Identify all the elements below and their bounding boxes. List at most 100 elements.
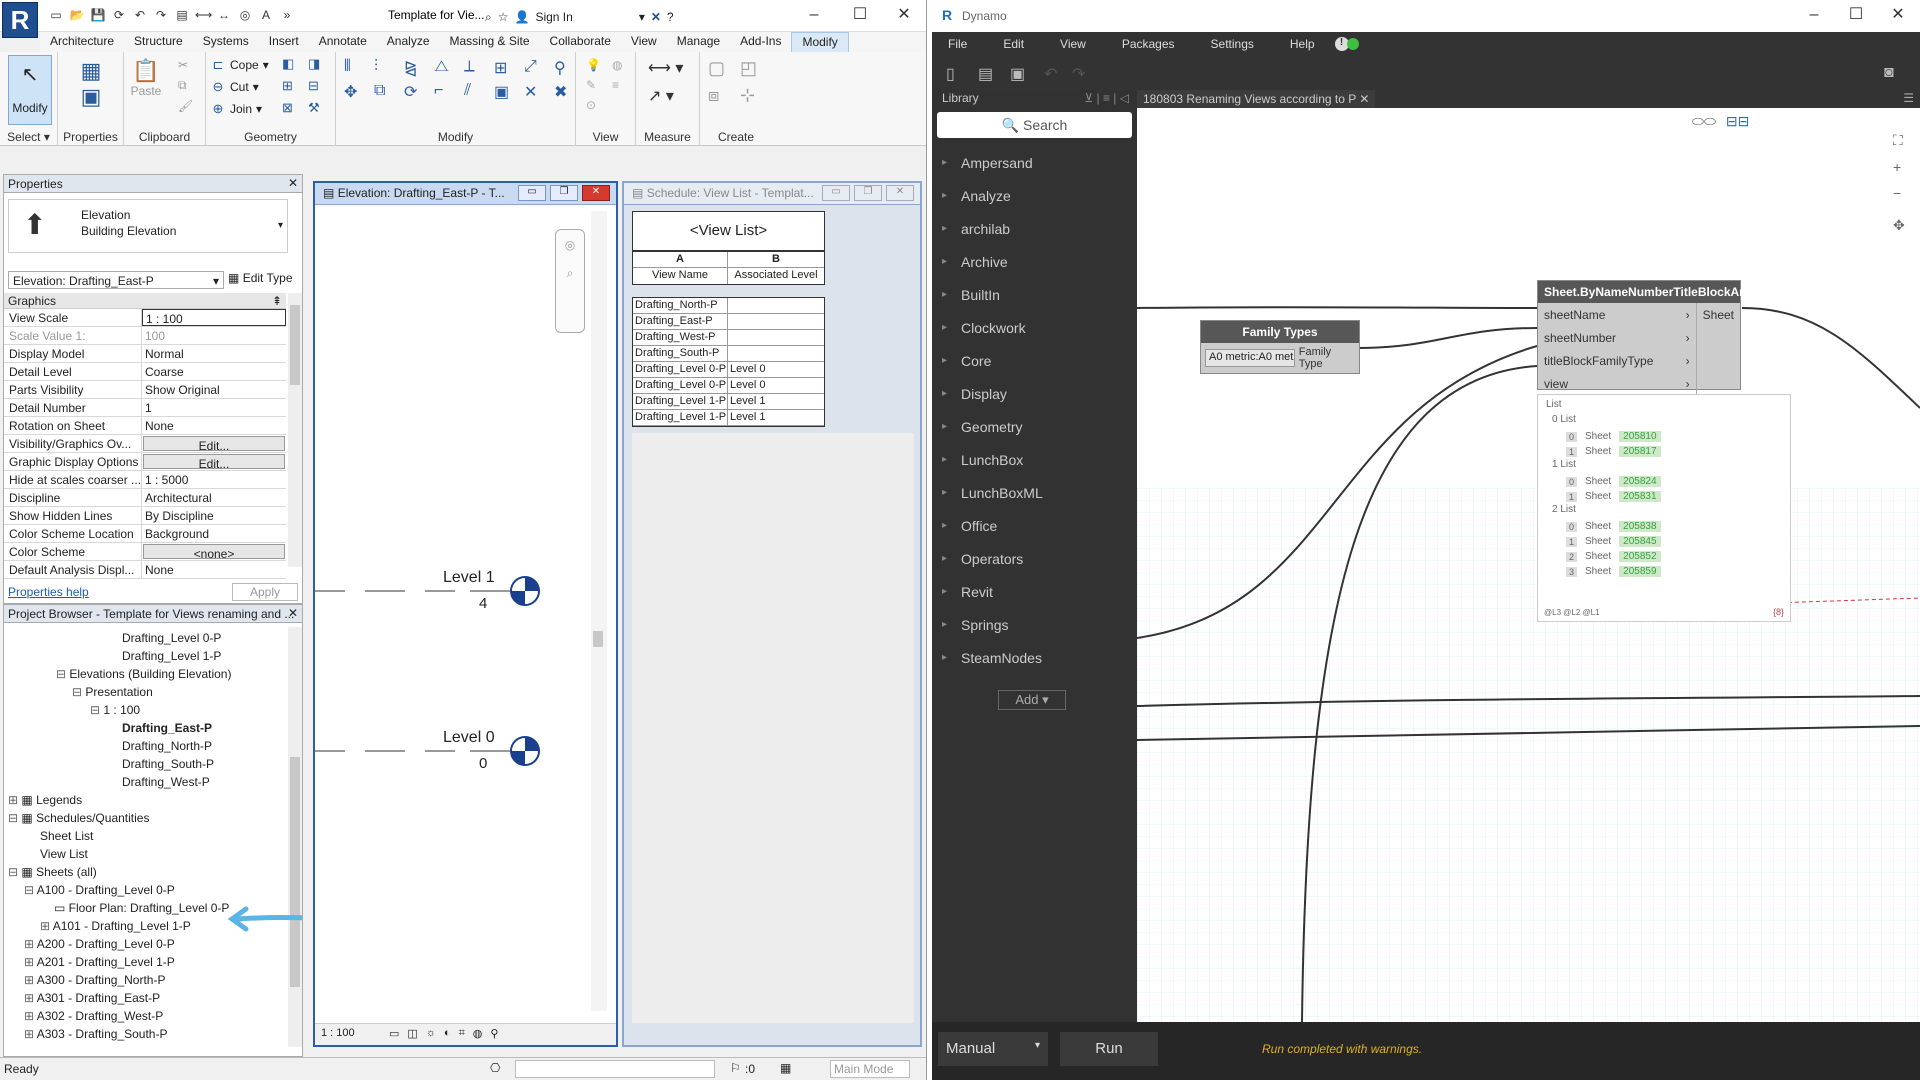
schedule-row[interactable]: Drafting_Level 1-P Level 1 bbox=[633, 394, 824, 410]
library-category[interactable]: ▸ Ampersand bbox=[932, 146, 1137, 179]
tab-insert[interactable]: Insert bbox=[259, 32, 309, 52]
view-name-cell[interactable]: Drafting_East-P bbox=[633, 314, 728, 329]
collapse-icon[interactable]: ⊟ bbox=[24, 883, 37, 897]
expand-icon[interactable]: ⊞ bbox=[8, 793, 21, 807]
menu-edit[interactable]: Edit bbox=[987, 37, 1044, 51]
property-value[interactable]: None bbox=[142, 417, 286, 434]
browser-scrollbar[interactable] bbox=[288, 627, 302, 1047]
associated-level-cell[interactable]: Level 1 bbox=[728, 410, 824, 425]
instance-filter-dropdown[interactable]: Elevation: Drafting_East-P ▾ bbox=[8, 271, 224, 289]
library-category[interactable]: ▸ Revit bbox=[932, 575, 1137, 608]
cut-geometry-button[interactable]: ⊖ Cut ▾ bbox=[210, 78, 259, 96]
associated-level-cell[interactable] bbox=[728, 346, 824, 361]
run-mode-dropdown[interactable]: Manual ▾ bbox=[938, 1032, 1048, 1066]
schedule-row[interactable]: Drafting_Level 0-P Level 0 bbox=[633, 378, 824, 394]
library-category[interactable]: ▸ Clockwork bbox=[932, 311, 1137, 344]
library-category[interactable]: ▸ BuiltIn bbox=[932, 278, 1137, 311]
create-similar-icon[interactable]: ⊹ bbox=[740, 85, 766, 106]
browser-item[interactable]: ⊟ Presentation bbox=[4, 683, 286, 701]
associated-level-cell[interactable]: Level 1 bbox=[728, 394, 824, 409]
tab-collaborate[interactable]: Collaborate bbox=[540, 32, 621, 52]
save-icon[interactable]: 💾 bbox=[90, 7, 106, 23]
tab-view[interactable]: View bbox=[621, 32, 667, 52]
browser-item[interactable]: Sheet List bbox=[4, 827, 286, 845]
camera-icon[interactable]: ◙ bbox=[1884, 64, 1894, 82]
property-value[interactable]: 1 : 100 bbox=[142, 309, 286, 326]
browser-item[interactable]: Drafting_East-P bbox=[4, 719, 286, 737]
close-icon[interactable]: ✕ bbox=[288, 606, 298, 620]
reveal-icon[interactable]: ⚲ bbox=[490, 1027, 498, 1042]
sun-path-icon[interactable]: ☼ bbox=[426, 1027, 436, 1042]
graph-canvas[interactable]: ⬭⬭ ⊟⊟ ⛶ + − ✥ Sheet.ByNameNumberTitleBlockAn… bbox=[1137, 108, 1920, 1022]
schedule-row[interactable]: Drafting_Level 0-P Level 0 bbox=[633, 362, 824, 378]
library-category[interactable]: ▸ LunchBox bbox=[932, 443, 1137, 476]
associated-level-cell[interactable] bbox=[728, 314, 824, 329]
view-name-cell[interactable]: Drafting_South-P bbox=[633, 346, 728, 361]
view-restore-button[interactable]: ❐ bbox=[550, 185, 578, 201]
column-a[interactable]: A bbox=[633, 252, 728, 267]
column-b[interactable]: B bbox=[728, 252, 824, 267]
library-category[interactable]: ▸ LunchBoxML bbox=[932, 476, 1137, 509]
create-group-icon[interactable]: ⧈ bbox=[708, 85, 734, 106]
beam-icon[interactable]: ⊠ bbox=[282, 100, 302, 116]
editable-icon[interactable]: ▦ bbox=[780, 1061, 791, 1075]
property-value[interactable]: 100 bbox=[142, 327, 286, 344]
property-edit-button[interactable]: <none> bbox=[143, 544, 285, 559]
paint-icon[interactable]: ◨ bbox=[308, 56, 328, 72]
hide-icon[interactable]: 💡 bbox=[586, 58, 606, 72]
view-extra-icon[interactable]: ⊙ bbox=[586, 98, 606, 112]
tabs-menu-icon[interactable]: ☰ bbox=[1903, 91, 1914, 105]
cope-button[interactable]: ⊏ Cope ▾ bbox=[210, 56, 269, 74]
measure-icon[interactable]: ⟷ bbox=[195, 7, 212, 23]
browser-item[interactable]: ⊟ ▦ Sheets (all) bbox=[4, 863, 286, 881]
save-file-icon[interactable]: ▣ bbox=[1010, 64, 1025, 84]
zoom-fit-icon[interactable]: ⛶ bbox=[1893, 132, 1905, 149]
properties-button[interactable]: ▦ ▣ bbox=[71, 58, 111, 124]
workset-dropdown[interactable] bbox=[515, 1060, 715, 1078]
filter-icon[interactable]: ⚐ bbox=[730, 1061, 741, 1075]
browser-item[interactable]: ⊞ A303 - Drafting_South-P bbox=[4, 1025, 286, 1043]
minimize-button[interactable]: – bbox=[794, 4, 834, 28]
associated-level-cell[interactable]: Level 0 bbox=[728, 362, 824, 377]
new-file-icon[interactable]: ▯ bbox=[946, 64, 955, 84]
collapse-icon[interactable]: ⊟ bbox=[72, 685, 85, 699]
sync-icon[interactable]: ⟳ bbox=[111, 7, 127, 23]
view-name-cell[interactable]: Drafting_Level 1-P bbox=[633, 394, 728, 409]
tab-massing-site[interactable]: Massing & Site bbox=[440, 32, 540, 52]
binoculars-icon[interactable]: ⌕ bbox=[485, 10, 492, 25]
unpin-icon[interactable]: ✕ bbox=[524, 82, 550, 102]
geometry-view-icon[interactable]: ⬭⬭ bbox=[1692, 113, 1716, 130]
library-category[interactable]: ▸ Display bbox=[932, 377, 1137, 410]
select-dropdown[interactable]: Select ▾ bbox=[0, 130, 57, 144]
collapse-icon[interactable]: ⊟ bbox=[56, 667, 69, 681]
undo-icon[interactable]: ↶ bbox=[1044, 64, 1057, 84]
create-assembly-icon[interactable]: ▢ bbox=[708, 58, 734, 79]
add-library-button[interactable]: Add ▾ bbox=[998, 690, 1066, 710]
text-icon[interactable]: A bbox=[258, 7, 274, 23]
schedule-row[interactable]: Drafting_Level 1-P Level 1 bbox=[633, 410, 824, 426]
family-type-dropdown[interactable]: A0 metric:A0 metric bbox=[1205, 349, 1295, 367]
tab-add-ins[interactable]: Add-Ins bbox=[730, 32, 791, 52]
library-search-input[interactable]: 🔍 Search bbox=[937, 112, 1132, 138]
view-scale-control[interactable]: 1 : 100 bbox=[321, 1027, 381, 1042]
browser-item[interactable]: Drafting_West-P bbox=[4, 773, 286, 791]
zoom-out-icon[interactable]: − bbox=[1893, 185, 1905, 201]
type-selector[interactable]: ⬆ Elevation Building Elevation ▾ bbox=[8, 199, 288, 253]
view-toggle[interactable]: ⬭⬭ ⊟⊟ bbox=[1692, 108, 1782, 134]
expand-icon[interactable]: ⊞ bbox=[24, 1009, 37, 1023]
print-icon[interactable]: ▤ bbox=[174, 7, 190, 23]
zoom-icon[interactable]: ⌕ bbox=[556, 266, 584, 281]
dynamo-close-button[interactable]: ✕ bbox=[1878, 4, 1918, 28]
associated-level-cell[interactable]: Level 0 bbox=[728, 378, 824, 393]
library-view-icons[interactable]: ⊻ | ≡ | ◁ bbox=[1084, 91, 1129, 105]
hammer-icon[interactable]: ⚒ bbox=[308, 100, 328, 116]
detail-level-icon[interactable]: ▭ bbox=[389, 1027, 399, 1042]
open-icon[interactable]: 📂 bbox=[69, 7, 85, 23]
tag-icon[interactable]: ◎ bbox=[237, 7, 253, 23]
expand-icon[interactable]: ⊞ bbox=[40, 919, 53, 933]
collapse-icon[interactable]: ⊟ bbox=[8, 811, 21, 825]
close-icon[interactable]: ✕ bbox=[288, 176, 298, 190]
properties-scrollbar[interactable] bbox=[288, 293, 302, 567]
view-name-cell[interactable]: Drafting_North-P bbox=[633, 298, 728, 313]
aligned-dimension-icon[interactable]: ↗ ▾ bbox=[648, 86, 683, 106]
